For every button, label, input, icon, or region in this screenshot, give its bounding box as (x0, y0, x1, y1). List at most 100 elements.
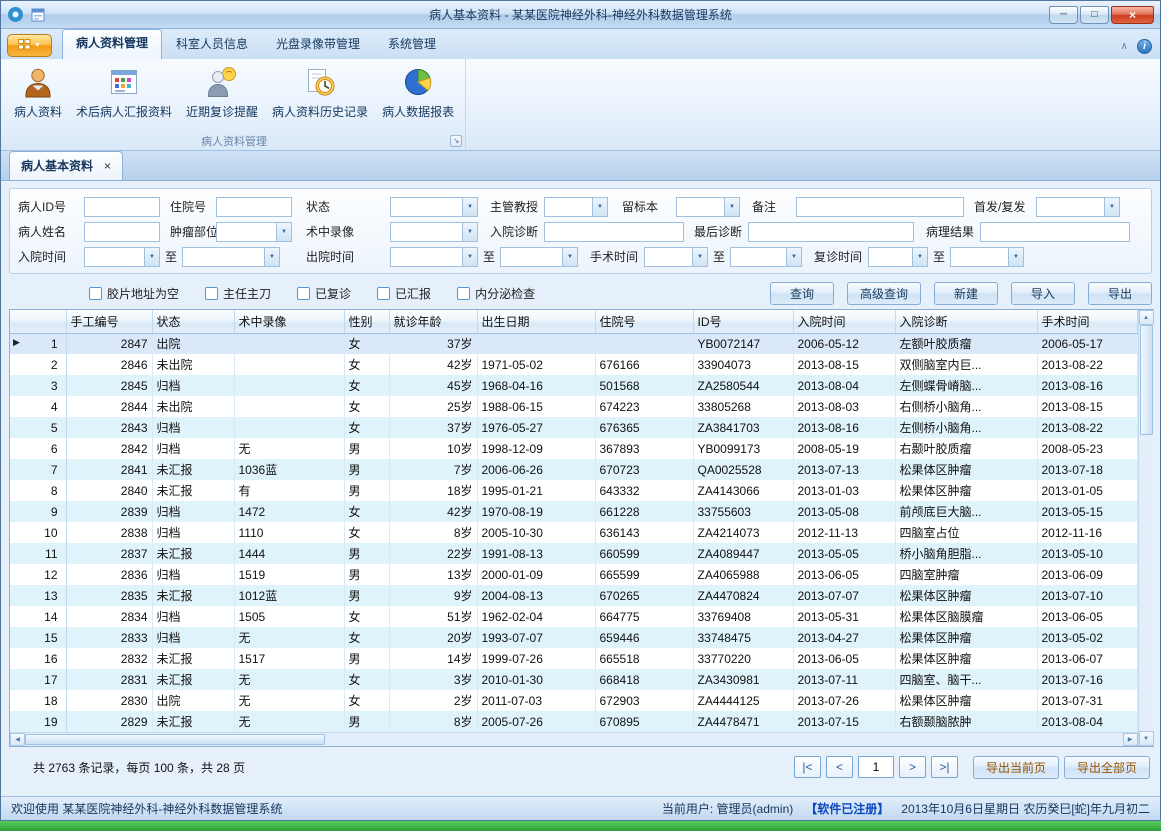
vertical-scroll-thumb[interactable] (1140, 325, 1153, 435)
checkbox-endocrine-exam[interactable]: 内分泌检查 (457, 285, 535, 302)
close-tab-icon[interactable]: × (104, 160, 111, 172)
table-row[interactable]: 32845归档女45岁1968-04-16501568ZA25805442013… (10, 375, 1137, 396)
button-query[interactable]: 查询 (770, 282, 834, 305)
table-row[interactable]: 162832未汇报1517男14岁1999-07-266655183377022… (10, 648, 1137, 669)
filter-combo-discharge-date-to[interactable]: ▼ (500, 247, 578, 267)
chevron-down-icon[interactable]: ▼ (724, 198, 739, 216)
chevron-down-icon[interactable]: ▼ (264, 248, 279, 266)
filter-input-patient-name[interactable] (84, 222, 160, 242)
table-row[interactable]: 42844未出院女25岁1988-06-15674223338052682013… (10, 396, 1137, 417)
quick-access-form-icon[interactable] (31, 8, 45, 22)
vertical-scrollbar[interactable]: ▲ ▼ (1138, 310, 1154, 746)
scroll-right-icon[interactable]: ▶ (1123, 733, 1138, 746)
minimize-button[interactable]: ─ (1049, 6, 1078, 24)
ribbon-tab-disc-video-management[interactable]: 光盘录像带管理 (262, 30, 374, 59)
column-header-surgery-date[interactable]: 手术时间 (1037, 310, 1137, 333)
table-row[interactable]: 132835未汇报1012蓝男9岁2004-08-13670265ZA44708… (10, 585, 1137, 606)
page-number-input[interactable] (858, 756, 894, 778)
filter-combo-tumor-site[interactable]: ▼ (216, 222, 292, 242)
checkbox-followed-up[interactable]: 已复诊 (297, 285, 351, 302)
checkbox-film-address-empty[interactable]: 胶片地址为空 (89, 285, 179, 302)
dialog-launcher-icon[interactable]: ↘ (450, 135, 462, 147)
table-row[interactable]: 52843归档女37岁1976-05-27676365ZA38417032013… (10, 417, 1137, 438)
filter-input-admission-diagnosis[interactable] (544, 222, 684, 242)
table-row[interactable]: 22846未出院女42岁1971-05-02676166339040732013… (10, 354, 1137, 375)
scroll-down-icon[interactable]: ▼ (1139, 731, 1154, 746)
column-header-admission-date[interactable]: 入院时间 (793, 310, 895, 333)
chevron-down-icon[interactable]: ▼ (462, 248, 477, 266)
chevron-down-icon[interactable]: ▼ (592, 198, 607, 216)
ribbon-tab-system-management[interactable]: 系统管理 (374, 30, 450, 59)
vertical-scroll-track[interactable] (1139, 435, 1154, 731)
table-row[interactable]: 102838归档1110女8岁2005-10-30636143ZA4214073… (10, 522, 1137, 543)
chevron-down-icon[interactable]: ▼ (462, 223, 477, 241)
ribbon-item-postop-report-data[interactable]: 术后病人汇报资料 (69, 63, 179, 122)
column-header-age-at-visit[interactable]: 就诊年龄 (389, 310, 477, 333)
about-button[interactable]: i (1137, 39, 1152, 54)
horizontal-scroll-thumb[interactable] (25, 734, 325, 745)
filter-combo-status[interactable]: ▼ (390, 197, 478, 217)
chevron-down-icon[interactable]: ▼ (276, 223, 291, 241)
column-header-row-header[interactable] (10, 310, 66, 333)
maximize-button[interactable]: □ (1080, 6, 1109, 24)
chevron-down-icon[interactable]: ▼ (462, 198, 477, 216)
table-row[interactable]: 192829未汇报无男8岁2005-07-26670895ZA447847120… (10, 711, 1137, 732)
collapse-ribbon-button[interactable]: ∧ (1121, 42, 1128, 52)
button-export[interactable]: 导出 (1088, 282, 1152, 305)
checkbox-chief-surgeon[interactable]: 主任主刀 (205, 285, 271, 302)
ribbon-item-patient-data[interactable]: 病人资料 (7, 63, 69, 122)
filter-combo-followup-date[interactable]: ▼ (868, 247, 928, 267)
first-page-button[interactable]: |< (794, 756, 821, 778)
prev-page-button[interactable]: < (826, 756, 853, 778)
column-header-status[interactable]: 状态 (152, 310, 234, 333)
scroll-left-icon[interactable]: ◀ (10, 733, 25, 746)
ribbon-item-patient-history-records[interactable]: 病人资料历史记录 (265, 63, 375, 122)
table-row[interactable]: 172831未汇报无女3岁2010-01-30668418ZA343098120… (10, 669, 1137, 690)
table-row[interactable]: 112837未汇报1444男22岁1991-08-13660599ZA40894… (10, 543, 1137, 564)
filter-input-pathology-result[interactable] (980, 222, 1130, 242)
last-page-button[interactable]: >| (931, 756, 958, 778)
table-row[interactable]: 142834归档1505女51岁1962-02-0466477533769408… (10, 606, 1137, 627)
filter-combo-professor[interactable]: ▼ (544, 197, 608, 217)
ribbon-tab-department-staff-info[interactable]: 科室人员信息 (162, 30, 262, 59)
ribbon-tab-patient-data-management[interactable]: 病人资料管理 (62, 29, 162, 59)
horizontal-scrollbar[interactable]: ◀ ▶ (10, 732, 1138, 746)
filter-combo-surgery-video[interactable]: ▼ (390, 222, 478, 242)
chevron-down-icon[interactable]: ▼ (1104, 198, 1119, 216)
horizontal-scroll-track[interactable] (325, 733, 1123, 746)
column-header-admission-diagnosis[interactable]: 入院诊断 (895, 310, 1037, 333)
export-current-page-button[interactable]: 导出当前页 (973, 756, 1059, 779)
chevron-down-icon[interactable]: ▼ (144, 248, 159, 266)
close-button[interactable]: × (1111, 6, 1154, 24)
button-new[interactable]: 新建 (934, 282, 998, 305)
ribbon-item-patient-data-reports[interactable]: 病人数据报表 (375, 63, 461, 122)
next-page-button[interactable]: > (899, 756, 926, 778)
table-row[interactable]: ▶12847出院女37岁YB00721472006-05-12左额叶胶质瘤200… (10, 333, 1137, 354)
column-header-id-no[interactable]: ID号 (693, 310, 793, 333)
button-advanced-query[interactable]: 高级查询 (847, 282, 921, 305)
scroll-up-icon[interactable]: ▲ (1139, 310, 1154, 325)
column-header-gender[interactable]: 性别 (344, 310, 389, 333)
table-row[interactable]: 182830出院无女2岁2011-07-03672903ZA4444125201… (10, 690, 1137, 711)
table-row[interactable]: 72841未汇报1036蓝男7岁2006-06-26670723QA002552… (10, 459, 1137, 480)
filter-combo-followup-date-to[interactable]: ▼ (950, 247, 1024, 267)
filter-combo-surgery-date-to[interactable]: ▼ (730, 247, 802, 267)
chevron-down-icon[interactable]: ▼ (1008, 248, 1023, 266)
filter-combo-first-recurrence[interactable]: ▼ (1036, 197, 1120, 217)
title-bar[interactable]: 病人基本资料 - 某某医院神经外科-神经外科数据管理系统 ─ □ × (1, 1, 1160, 29)
filter-combo-admission-date-to[interactable]: ▼ (182, 247, 280, 267)
application-menu-button[interactable]: ▼ (7, 34, 52, 57)
button-import[interactable]: 导入 (1011, 282, 1075, 305)
table-row[interactable]: 82840未汇报有男18岁1995-01-21643332ZA414306620… (10, 480, 1137, 501)
chevron-down-icon[interactable]: ▼ (562, 248, 577, 266)
table-row[interactable]: 122836归档1519男13岁2000-01-09665599ZA406598… (10, 564, 1137, 585)
chevron-down-icon[interactable]: ▼ (692, 248, 707, 266)
filter-combo-surgery-date[interactable]: ▼ (644, 247, 708, 267)
document-tab-patient-basic-info[interactable]: 病人基本资料 × (9, 151, 123, 180)
filter-input-admission-no[interactable] (216, 197, 292, 217)
ribbon-item-recent-followup-reminder[interactable]: 近期复诊提醒 (179, 63, 265, 122)
chevron-down-icon[interactable]: ▼ (912, 248, 927, 266)
column-header-birth-date[interactable]: 出生日期 (477, 310, 595, 333)
export-all-pages-button[interactable]: 导出全部页 (1064, 756, 1150, 779)
table-row[interactable]: 152833归档无女20岁1993-07-0765944633748475201… (10, 627, 1137, 648)
